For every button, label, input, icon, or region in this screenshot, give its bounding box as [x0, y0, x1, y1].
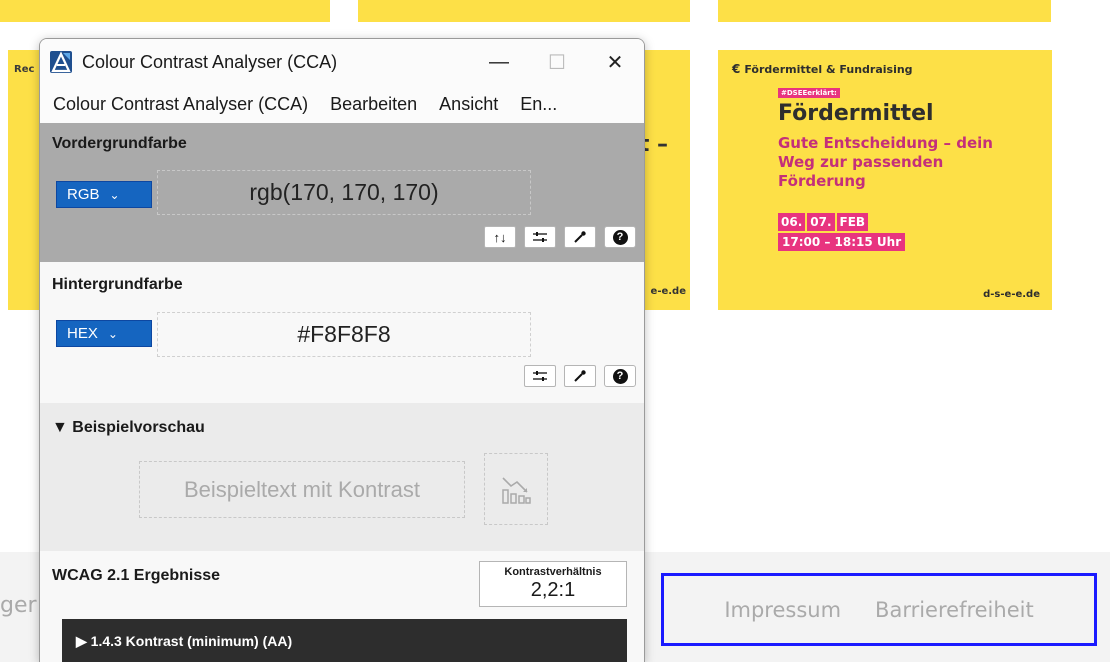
background-tools: ? — [524, 365, 636, 387]
swap-icon[interactable]: ↑↓ — [484, 226, 516, 248]
card-description: Gute Entscheidung – dein Weg zur passend… — [778, 134, 993, 190]
foreground-format-value: RGB — [67, 186, 100, 203]
wcag-results-section: WCAG 2.1 Ergebnisse Kontrastverhältnis 2… — [40, 551, 644, 662]
foreground-color-input[interactable]: rgb(170, 170, 170) — [157, 170, 531, 215]
date-day-1: 06. — [778, 213, 806, 231]
wcag-results-title: WCAG 2.1 Ergebnisse — [52, 567, 221, 584]
top-card-strip-3 — [718, 0, 1051, 22]
eyedropper-icon[interactable] — [564, 226, 596, 248]
help-icon[interactable]: ? — [604, 365, 636, 387]
preview-sample-text: Beispieltext mit Kontrast — [139, 461, 465, 518]
help-icon[interactable]: ? — [604, 226, 636, 248]
menu-bar: Colour Contrast Analyser (CCA) Bearbeite… — [40, 85, 644, 123]
criterion-1-4-3-toggle[interactable]: ▶ 1.4.3 Kontrast (minimum) (AA) — [62, 619, 627, 662]
top-card-strip-2 — [358, 0, 690, 22]
menu-bearbeiten[interactable]: Bearbeiten — [330, 94, 417, 115]
euro-icon: € — [732, 62, 741, 76]
contrast-ratio-label: Kontrastverhältnis — [504, 566, 602, 578]
cca-window: Colour Contrast Analyser (CCA) — ☐ ✕ Col… — [39, 38, 645, 662]
chevron-down-icon: ⌄ — [109, 187, 120, 202]
preview-section: ▼ Beispielvorschau Beispieltext mit Kont… — [40, 403, 644, 551]
contrast-ratio-box: Kontrastverhältnis 2,2:1 — [479, 561, 627, 607]
background-label: Hintergrundfarbe — [52, 276, 183, 293]
menu-more[interactable]: En... — [520, 94, 557, 115]
eyedropper-icon[interactable] — [564, 365, 596, 387]
top-card-strip-1 — [0, 0, 330, 22]
title-bar[interactable]: Colour Contrast Analyser (CCA) — ☐ ✕ — [40, 39, 644, 85]
card-mid-url: e-e.de — [650, 286, 686, 297]
background-color-input[interactable]: #F8F8F8 — [157, 312, 531, 357]
cca-app-icon — [50, 51, 72, 73]
foreground-tools: ↑↓ ? — [484, 226, 636, 248]
menu-ansicht[interactable]: Ansicht — [439, 94, 498, 115]
background-section: Hintergrundfarbe HEX ⌄ #F8F8F8 ? — [40, 262, 644, 403]
card-category: € Fördermittel & Fundraising — [732, 62, 1038, 76]
footer-fragment: ger — [0, 593, 37, 618]
card-date: 06. 07. FEB — [778, 213, 1038, 231]
foreground-label: Vordergrundfarbe — [52, 135, 187, 152]
footer-link-barrierefreiheit[interactable]: Barrierefreiheit — [875, 598, 1034, 622]
background-format-select[interactable]: HEX ⌄ — [56, 320, 152, 347]
window-title: Colour Contrast Analyser (CCA) — [82, 51, 338, 72]
sliders-icon[interactable] — [524, 226, 556, 248]
background-format-value: HEX — [67, 325, 98, 342]
card-left-fragment: Rec — [14, 64, 35, 75]
card-category-label: Fördermittel & Fundraising — [744, 62, 913, 76]
footer-links-highlight: Impressum Barrierefreiheit — [661, 573, 1097, 646]
card-url: d-s-e-e.de — [983, 289, 1040, 300]
card-headline: Fördermittel — [778, 101, 934, 126]
card-time: 17:00 – 18:15 Uhr — [778, 233, 906, 251]
contrast-ratio-value: 2,2:1 — [530, 579, 576, 601]
card-tag: #DSEEerklärt: — [778, 88, 840, 98]
maximize-button[interactable]: ☐ — [528, 39, 586, 85]
chart-icon[interactable] — [484, 453, 548, 525]
close-button[interactable]: ✕ — [586, 39, 644, 85]
minimize-button[interactable]: — — [470, 39, 528, 85]
footer-link-impressum[interactable]: Impressum — [724, 598, 841, 622]
date-day-2: 07. — [807, 213, 835, 231]
preview-toggle[interactable]: ▼ Beispielvorschau — [52, 419, 205, 437]
menu-app[interactable]: Colour Contrast Analyser (CCA) — [53, 94, 308, 115]
sliders-icon[interactable] — [524, 365, 556, 387]
chevron-down-icon: ⌄ — [107, 326, 118, 341]
date-month: FEB — [836, 213, 869, 231]
foreground-section: Vordergrundfarbe RGB ⌄ rgb(170, 170, 170… — [40, 123, 644, 262]
event-card-foerdermittel[interactable]: € Fördermittel & Fundraising #DSEEerklär… — [718, 50, 1052, 310]
foreground-format-select[interactable]: RGB ⌄ — [56, 181, 152, 208]
